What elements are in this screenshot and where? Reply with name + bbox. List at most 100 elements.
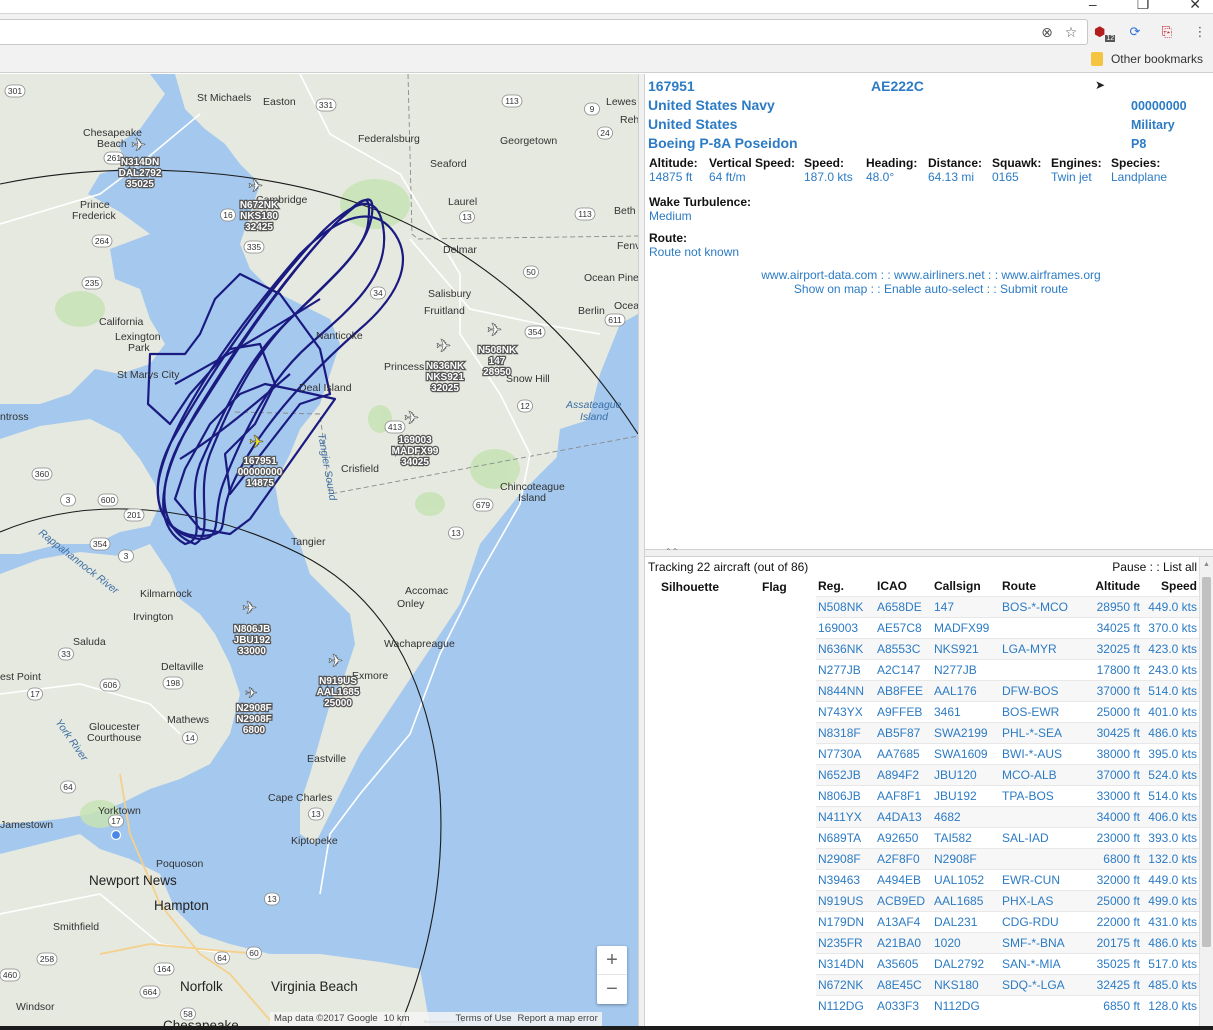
col-callsign[interactable]: Callsign bbox=[932, 577, 1000, 596]
table-row[interactable]: N411YX A4DA13 4682 34000 ft 406.0 kts bbox=[645, 805, 1199, 827]
route-shield: 34 bbox=[370, 286, 386, 300]
speed-cell: 514.0 kts bbox=[1142, 784, 1199, 806]
other-bookmarks-folder[interactable]: Other bookmarks bbox=[1090, 52, 1203, 66]
map-view[interactable]: ✈ ✈ ✈ ✈ ✈ ✈ ✈ ✈ ✈ St Michaels Easton Chesa… bbox=[0, 74, 638, 1026]
svg-text:600: 600 bbox=[101, 495, 115, 505]
aircraft-icon-n2908f[interactable]: ✈ bbox=[245, 684, 258, 703]
aircraft-icon-n508nk[interactable]: ✈ bbox=[487, 320, 503, 342]
horizontal-splitter[interactable]: ⌃⌃ bbox=[645, 548, 1213, 557]
table-row[interactable]: N2908F A2F8F0 N2908F 6800 ft 132.0 kts bbox=[645, 847, 1199, 869]
aircraft-icon-169003[interactable]: ✈ bbox=[404, 408, 420, 430]
table-row[interactable]: N7730A AA7685 SWA1609 BWI-*-AUS 38000 ft 395.… bbox=[645, 742, 1199, 764]
table-row[interactable]: N179DN A13AF4 DAL231 CDG-RDU 22000 ft 431.0 k… bbox=[645, 910, 1199, 932]
terms-link[interactable]: Terms of Use bbox=[456, 1013, 512, 1025]
table-row[interactable]: N672NK A8E45C NKS180 SDQ-*-LGA 32425 ft 485.0… bbox=[645, 973, 1199, 995]
table-row[interactable]: N112DG A033F3 N112DG 6850 ft 128.0 kts bbox=[645, 994, 1199, 1016]
place-label: Poquoson bbox=[156, 858, 203, 870]
scroll-thumb[interactable] bbox=[1202, 577, 1211, 947]
col-flag[interactable]: Flag bbox=[760, 577, 816, 596]
list-all-link[interactable]: List all bbox=[1163, 560, 1197, 574]
table-row[interactable]: 169003 AE57C8 MADFX99 34025 ft 370.0 kts bbox=[645, 616, 1199, 638]
table-row[interactable]: N806JB AAF8F1 JBU192 TPA-BOS 33000 ft 514.0 k… bbox=[645, 784, 1199, 806]
reg-cell: N636NK bbox=[816, 637, 875, 659]
maximize-button[interactable]: ❐ bbox=[1137, 0, 1150, 13]
col-silhouette[interactable]: Silhouette bbox=[645, 577, 760, 596]
pdf-extension-icon[interactable]: ⎘ bbox=[1157, 22, 1177, 42]
col-speed[interactable]: Speed bbox=[1142, 577, 1199, 596]
route-shield: 60 bbox=[246, 946, 262, 960]
scroll-up-icon[interactable]: ▲ bbox=[1203, 561, 1210, 568]
reg-cell: N235FR bbox=[816, 931, 875, 953]
reg-cell: N39463 bbox=[816, 868, 875, 890]
table-row[interactable]: N508NK A658DE 147 BOS-*-MCO 28950 ft 449.0 kt… bbox=[645, 595, 1199, 617]
zoom-out-button[interactable]: − bbox=[597, 975, 627, 1004]
address-bar[interactable]: ⊗ ☆ bbox=[0, 19, 1088, 45]
bookmark-star-icon[interactable]: ☆ bbox=[1062, 23, 1080, 41]
route-shield: 58 bbox=[180, 1007, 196, 1021]
table-row[interactable]: N277JB A2C147 N277JB 17800 ft 243.0 kts bbox=[645, 658, 1199, 680]
airliners-link[interactable]: www.airliners.net bbox=[894, 268, 985, 282]
airport-data-link[interactable]: www.airport-data.com bbox=[761, 268, 877, 282]
col-route[interactable]: Route bbox=[1000, 577, 1076, 596]
svg-text:60: 60 bbox=[249, 948, 259, 958]
silhouette-cell bbox=[645, 806, 760, 827]
map-canvas[interactable]: ✈ ✈ ✈ ✈ ✈ ✈ ✈ ✈ ✈ St Michaels EastonChesa… bbox=[0, 74, 638, 1026]
speed-cell: 524.0 kts bbox=[1142, 763, 1199, 785]
place-label: Fruitland bbox=[424, 305, 465, 317]
list-scrollbar[interactable]: ▲ bbox=[1199, 557, 1213, 1026]
show-on-map-link[interactable]: Show on map bbox=[794, 282, 867, 296]
svg-text:24: 24 bbox=[600, 128, 610, 138]
table-row[interactable]: N844NN AB8FEE AAL176 DFW-BOS 37000 ft 514.0 k… bbox=[645, 679, 1199, 701]
aircraft-map-label: 25000 bbox=[324, 698, 352, 709]
aircraft-icon-167951-selected[interactable]: ✈ bbox=[249, 432, 265, 454]
altitude-cell: 34000 ft bbox=[1076, 805, 1142, 827]
table-row[interactable]: N919US ACB9ED AAL1685 PHX-LAS 25000 ft 499.0 … bbox=[645, 889, 1199, 911]
table-row[interactable]: N314DN A35605 DAL2792 SAN-*-MIA 35025 ft 517.… bbox=[645, 952, 1199, 974]
external-links: www.airport-data.com : : www.airliners.n… bbox=[645, 268, 1213, 282]
enable-auto-select-link[interactable]: Enable auto-select bbox=[884, 282, 983, 296]
submit-route-link[interactable]: Submit route bbox=[1000, 282, 1068, 296]
aircraft-icon-n919us[interactable]: ✈ bbox=[328, 651, 344, 673]
flag-cell bbox=[760, 617, 816, 638]
other-bookmarks-label: Other bookmarks bbox=[1110, 52, 1203, 66]
aircraft-map-label: N919US bbox=[319, 676, 357, 687]
ublock-extension-icon[interactable]: ⬢12 bbox=[1094, 22, 1116, 42]
table-row[interactable]: N743YX A9FFEB 3461 BOS-EWR 25000 ft 401.0 kts bbox=[645, 700, 1199, 722]
col-altitude[interactable]: Altitude bbox=[1076, 577, 1142, 596]
svg-text:64: 64 bbox=[63, 782, 73, 792]
stat-altitude: Altitude: 14875 ft bbox=[649, 156, 698, 184]
blocked-content-icon[interactable]: ⊗ bbox=[1038, 23, 1056, 41]
aircraft-icon-n636nk[interactable]: ✈ bbox=[436, 336, 452, 358]
table-row[interactable]: N8318F AB5F87 SWA2199 PHL-*-SEA 30425 ft 486.… bbox=[645, 721, 1199, 743]
col-icao[interactable]: ICAO bbox=[875, 577, 932, 596]
svg-text:13: 13 bbox=[451, 528, 461, 538]
table-row[interactable]: N39463 A494EB UAL1052 EWR-CUN 32000 ft 449.0 … bbox=[645, 868, 1199, 890]
water-label: Island bbox=[580, 411, 609, 423]
col-reg[interactable]: Reg. bbox=[816, 577, 875, 596]
speed-cell: 485.0 kts bbox=[1142, 973, 1199, 995]
callsign-cell: JBU192 bbox=[932, 784, 1000, 806]
flag-cell bbox=[760, 890, 816, 911]
table-row[interactable]: N636NK A8553C NKS921 LGA-MYR 32025 ft 423.0 k… bbox=[645, 637, 1199, 659]
silhouette-cell bbox=[645, 764, 760, 785]
flag-cell bbox=[760, 869, 816, 890]
altitude-cell: 38000 ft bbox=[1076, 742, 1142, 764]
vertical-splitter[interactable] bbox=[638, 74, 645, 1026]
report-error-link[interactable]: Report a map error bbox=[518, 1013, 598, 1025]
pause-link[interactable]: Pause bbox=[1112, 560, 1146, 574]
callsign-cell: 147 bbox=[932, 595, 1000, 617]
close-button[interactable]: ✕ bbox=[1189, 0, 1201, 13]
menu-icon[interactable]: ⋮ bbox=[1190, 22, 1210, 42]
zoom-in-button[interactable]: + bbox=[597, 946, 627, 975]
airframes-link[interactable]: www.airframes.org bbox=[1001, 268, 1100, 282]
place-label: Irvington bbox=[133, 611, 173, 623]
table-row[interactable]: N235FR A21BA0 1020 SMF-*-BNA 20175 ft 486.0 k… bbox=[645, 931, 1199, 953]
route-shield: 33 bbox=[58, 647, 74, 661]
scale-label: 10 km bbox=[383, 1013, 410, 1024]
speed-cell: 243.0 kts bbox=[1142, 658, 1199, 680]
table-row[interactable]: N689TA A92650 TAI582 SAL-IAD 23000 ft 393.0 k… bbox=[645, 826, 1199, 848]
sync-extension-icon[interactable]: ⟳ bbox=[1125, 22, 1145, 42]
aircraft-icon-n806jb[interactable]: ✈ bbox=[242, 598, 258, 620]
minimize-button[interactable]: – bbox=[1089, 0, 1097, 13]
table-row[interactable]: N652JB A894F2 JBU120 MCO-ALB 37000 ft 524.0 k… bbox=[645, 763, 1199, 785]
